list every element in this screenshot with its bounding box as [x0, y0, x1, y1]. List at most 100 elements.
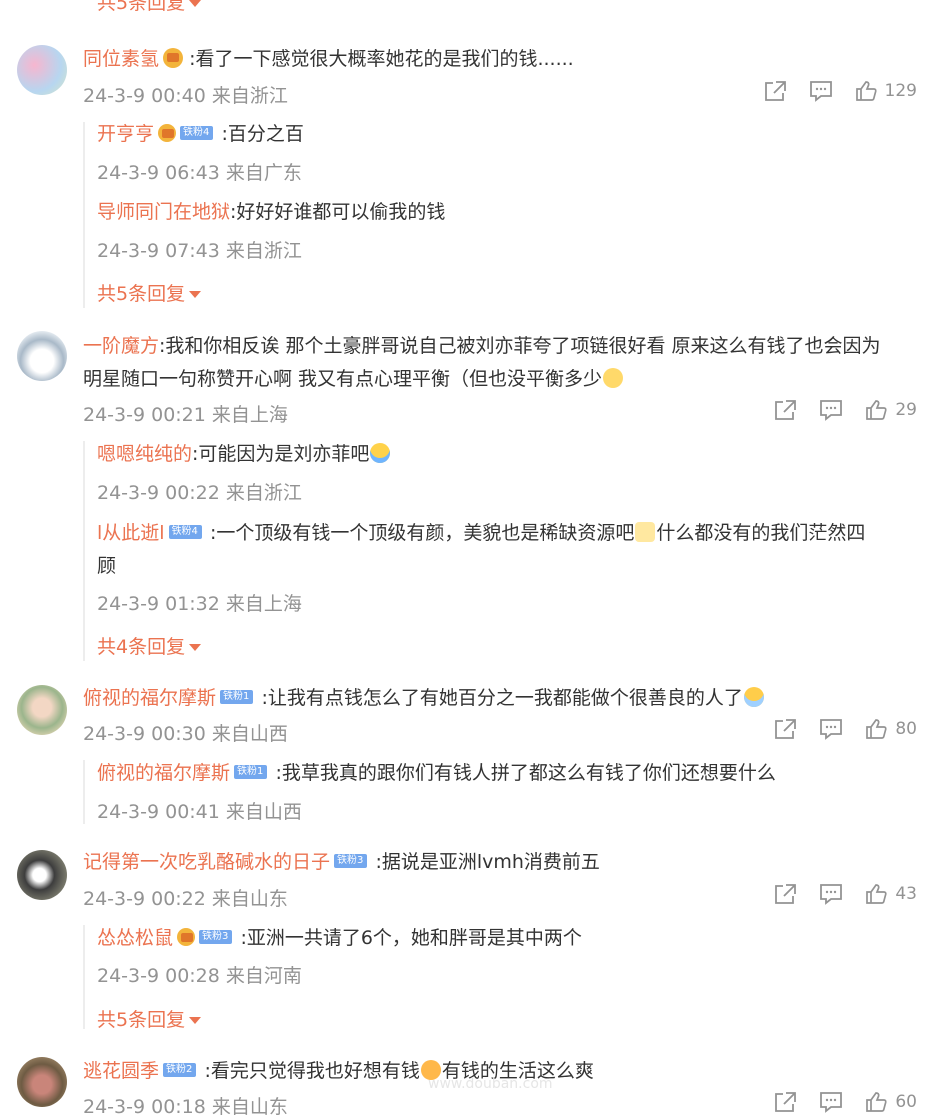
- avatar[interactable]: [17, 850, 67, 900]
- reply-meta: 24-3-9 06:43 来自广东: [97, 162, 302, 184]
- reply-text: :我草我真的跟你们有钱人拼了都这么有钱了你们还想要什么: [275, 762, 776, 784]
- emoji-icon: [603, 367, 624, 388]
- reply-divider: [83, 441, 85, 661]
- reply-text: 什么都没有的我们茫然四: [656, 522, 866, 544]
- comment-meta: 24-3-9 00:30 来自山西: [83, 723, 288, 745]
- reply-line: 开亨亨 铁粉4 :百分之百: [97, 118, 304, 151]
- username-link[interactable]: 俯视的福尔摩斯: [97, 762, 230, 784]
- fan-badge: 铁粉2: [163, 1063, 197, 1077]
- emoji-icon: [635, 521, 656, 542]
- crown-icon: [158, 124, 177, 142]
- username-link[interactable]: l从此逝l: [97, 522, 165, 544]
- emoji-icon: [370, 442, 391, 463]
- fan-badge: 铁粉1: [220, 690, 254, 704]
- comment-text: :据说是亚洲lvmh消费前五: [375, 851, 600, 873]
- comment-actions: 129: [741, 80, 917, 102]
- comment-button[interactable]: [819, 718, 843, 740]
- fan-badge: 铁粉4: [168, 525, 202, 539]
- like-button[interactable]: 60: [865, 1091, 917, 1113]
- username-link[interactable]: 嗯嗯纯纯的: [97, 443, 192, 465]
- username-link[interactable]: 怂怂松鼠: [97, 927, 173, 949]
- like-button[interactable]: 80: [865, 718, 917, 740]
- comment-line: 一阶魔方:我和你相反诶 那个土豪胖哥说自己被刘亦菲夸了项链很好看 原来这么有钱了…: [83, 330, 881, 363]
- more-replies-link[interactable]: 共5条回复: [97, 1005, 202, 1032]
- comment-text: :让我有点钱怎么了有她百分之一我都能做个很善良的人了: [261, 687, 743, 709]
- share-button[interactable]: [763, 80, 787, 102]
- username-link[interactable]: 记得第一次吃乳酪碱水的日子: [83, 851, 330, 873]
- comment-text: :看了一下感觉很大概率她花的是我们的钱......: [189, 48, 574, 70]
- reply-text: :好好好谁都可以偷我的钱: [230, 201, 446, 223]
- comment-line: 记得第一次吃乳酪碱水的日子 铁粉3 :据说是亚洲lvmh消费前五: [83, 846, 600, 879]
- reply-meta: 24-3-9 01:32 来自上海: [97, 593, 302, 615]
- like-count: 80: [895, 719, 917, 739]
- like-count: 129: [884, 81, 917, 101]
- reply-divider: [83, 760, 85, 824]
- reply-divider: [83, 925, 85, 1029]
- username-link[interactable]: 一阶魔方: [83, 335, 159, 357]
- avatar[interactable]: [17, 331, 67, 381]
- reply-meta: 24-3-9 00:28 来自河南: [97, 965, 302, 987]
- like-count: 43: [895, 884, 917, 904]
- more-replies-link[interactable]: 共5条回复: [97, 0, 202, 15]
- reply-line: 导师同门在地狱:好好好谁都可以偷我的钱: [97, 196, 445, 229]
- reply-line: 怂怂松鼠 铁粉3 :亚洲一共请了6个，她和胖哥是其中两个: [97, 922, 582, 955]
- watermark: www.douban.com: [428, 1076, 553, 1092]
- comment-line: 同位素氢 :看了一下感觉很大概率她花的是我们的钱......: [83, 43, 574, 76]
- username-link[interactable]: 同位素氢: [83, 48, 159, 70]
- comment-line: 俯视的福尔摩斯 铁粉1 :让我有点钱怎么了有她百分之一我都能做个很善良的人了: [83, 682, 765, 715]
- comment-button[interactable]: [819, 1091, 843, 1113]
- comment-actions: 29: [751, 399, 917, 421]
- avatar[interactable]: [17, 1057, 67, 1107]
- like-button[interactable]: 129: [855, 80, 917, 102]
- avatar[interactable]: [17, 685, 67, 735]
- share-button[interactable]: [773, 718, 797, 740]
- crown-icon: [163, 48, 184, 68]
- comment-button[interactable]: [819, 883, 843, 905]
- reply-text: 顾: [97, 555, 117, 577]
- reply-text: :亚洲一共请了6个，她和胖哥是其中两个: [240, 927, 582, 949]
- reply-divider: [83, 122, 85, 308]
- comment-meta: 24-3-9 00:21 来自上海: [83, 404, 288, 426]
- reply-line: 顾: [97, 550, 116, 583]
- comment-meta: 24-3-9 00:40 来自浙江: [83, 85, 288, 107]
- share-button[interactable]: [773, 399, 797, 421]
- fan-badge: 铁粉3: [334, 854, 368, 868]
- comment-actions: 43: [751, 883, 917, 905]
- chevron-down-icon: [189, 1017, 202, 1024]
- reply-meta: 24-3-9 00:22 来自浙江: [97, 482, 302, 504]
- avatar[interactable]: [17, 45, 67, 95]
- username-link[interactable]: 逃花圆季: [83, 1060, 159, 1082]
- fan-badge: 铁粉1: [234, 765, 268, 779]
- crown-icon: [177, 928, 196, 946]
- reply-line: l从此逝l 铁粉4 :一个顶级有钱一个顶级有颜，美貌也是稀缺资源吧 什么都没有的我们…: [97, 517, 865, 550]
- share-button[interactable]: [773, 1091, 797, 1113]
- comment-text: 明星随口一句称赞开心啊 我又有点心理平衡（但也没平衡多少: [83, 368, 603, 390]
- chevron-down-icon: [189, 644, 202, 651]
- chevron-down-icon: [189, 291, 202, 298]
- comment-line: 明星随口一句称赞开心啊 我又有点心理平衡（但也没平衡多少: [83, 363, 624, 396]
- more-replies-link[interactable]: 共5条回复: [97, 279, 202, 306]
- comment-meta: 24-3-9 00:18 来自山东: [83, 1096, 288, 1118]
- fan-badge: 铁粉3: [199, 930, 233, 944]
- like-count: 29: [895, 400, 917, 420]
- comment-text: :我和你相反诶 那个土豪胖哥说自己被刘亦菲夸了项链很好看 原来这么有钱了也会因为: [159, 335, 881, 357]
- comment-actions: 60: [751, 1091, 917, 1113]
- reply-text: :百分之百: [221, 123, 304, 145]
- like-count: 60: [895, 1092, 917, 1112]
- reply-text: :一个顶级有钱一个顶级有颜，美貌也是稀缺资源吧: [209, 522, 635, 544]
- comment-button[interactable]: [819, 399, 843, 421]
- comment-actions: 80: [751, 718, 917, 740]
- username-link[interactable]: 开亨亨: [97, 123, 154, 145]
- reply-line: 嗯嗯纯纯的:可能因为是刘亦菲吧: [97, 438, 391, 471]
- chevron-down-icon: [189, 0, 202, 7]
- like-button[interactable]: 43: [865, 883, 917, 905]
- username-link[interactable]: 俯视的福尔摩斯: [83, 687, 216, 709]
- like-button[interactable]: 29: [865, 399, 917, 421]
- more-replies-link[interactable]: 共4条回复: [97, 632, 202, 659]
- reply-meta: 24-3-9 00:41 来自山西: [97, 801, 302, 823]
- reply-text: :可能因为是刘亦菲吧: [192, 443, 370, 465]
- share-button[interactable]: [773, 883, 797, 905]
- emoji-icon: [743, 686, 764, 707]
- comment-button[interactable]: [809, 80, 833, 102]
- username-link[interactable]: 导师同门在地狱: [97, 201, 230, 223]
